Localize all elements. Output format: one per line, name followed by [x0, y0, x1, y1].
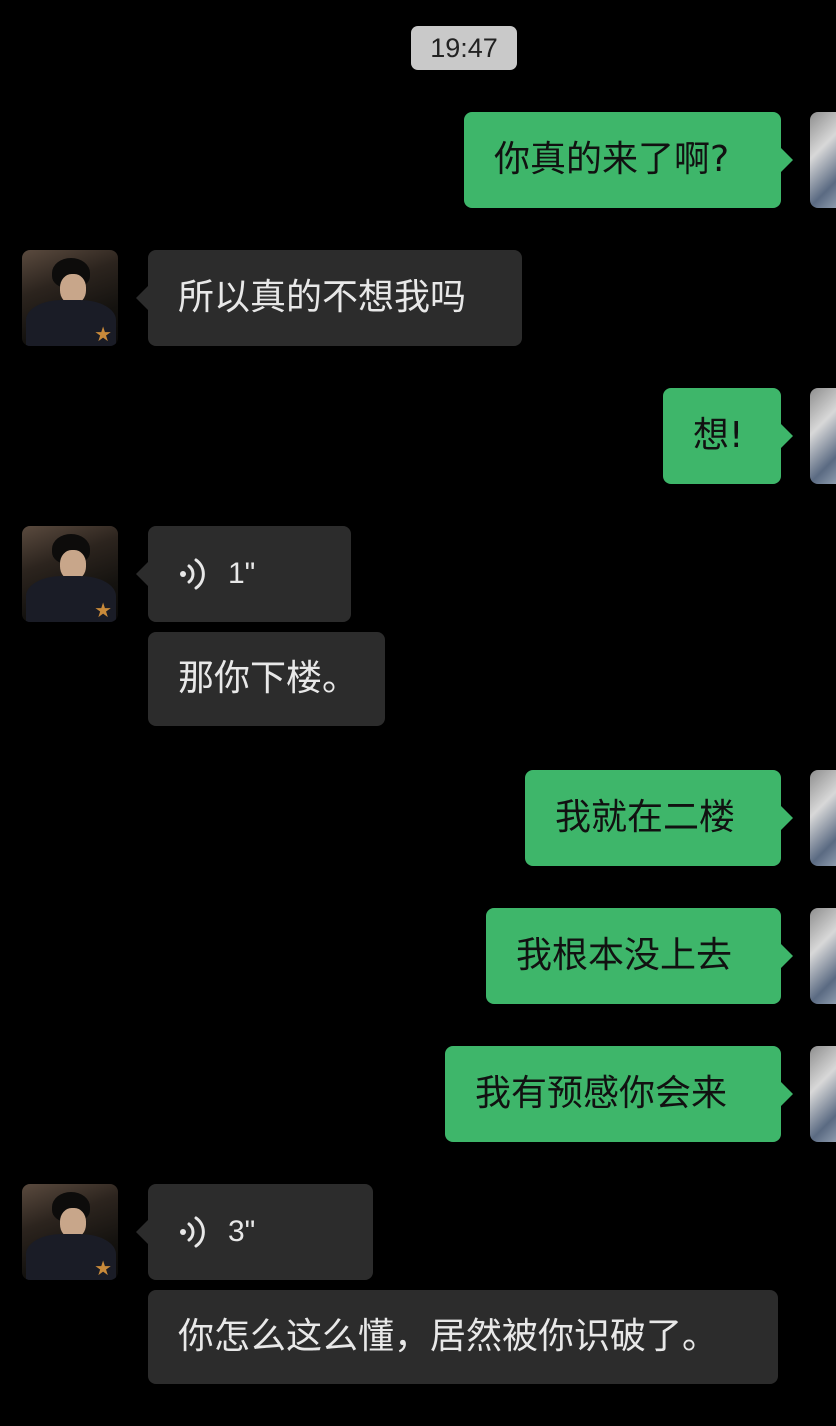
self-avatar[interactable] — [810, 770, 836, 866]
self-avatar[interactable] — [810, 388, 836, 484]
bubble-tail — [781, 806, 793, 830]
star-icon: ★ — [94, 1256, 112, 1280]
star-icon: ★ — [94, 322, 112, 346]
message-bubble-outgoing[interactable]: 你真的来了啊? — [464, 112, 781, 208]
message-bubble-outgoing[interactable]: 我根本没上去 — [486, 908, 781, 1004]
bubble-tail — [781, 944, 793, 968]
self-avatar[interactable] — [810, 908, 836, 1004]
voice-duration: 1" — [228, 557, 256, 590]
contact-avatar[interactable]: ★ — [22, 1184, 118, 1280]
bubble-tail — [781, 148, 793, 172]
message-bubble-outgoing[interactable]: 我有预感你会来 — [445, 1046, 781, 1142]
message-bubble-incoming[interactable]: 你怎么这么懂，居然被你识破了。 — [148, 1290, 778, 1384]
message-bubble-outgoing[interactable]: 想! — [663, 388, 781, 484]
contact-avatar[interactable]: ★ — [22, 526, 118, 622]
bubble-tail — [136, 286, 148, 310]
self-avatar[interactable] — [810, 1046, 836, 1142]
self-avatar[interactable] — [810, 112, 836, 208]
voice-message-bubble[interactable]: 1" — [148, 526, 351, 622]
contact-avatar[interactable]: ★ — [22, 250, 118, 346]
message-bubble-incoming[interactable]: 那你下楼。 — [148, 632, 385, 726]
bubble-tail — [781, 424, 793, 448]
message-bubble-outgoing[interactable]: 我就在二楼 — [525, 770, 781, 866]
bubble-tail — [136, 562, 148, 586]
voice-duration: 3" — [228, 1215, 256, 1248]
bubble-tail — [136, 1220, 148, 1244]
star-icon: ★ — [94, 598, 112, 622]
voice-message-bubble[interactable]: 3" — [148, 1184, 373, 1280]
bubble-tail — [781, 1082, 793, 1106]
voice-wave-icon — [180, 1216, 205, 1248]
timestamp: 19:47 — [411, 26, 517, 70]
message-bubble-incoming[interactable]: 所以真的不想我吗 — [148, 250, 522, 346]
voice-wave-icon — [180, 558, 205, 590]
